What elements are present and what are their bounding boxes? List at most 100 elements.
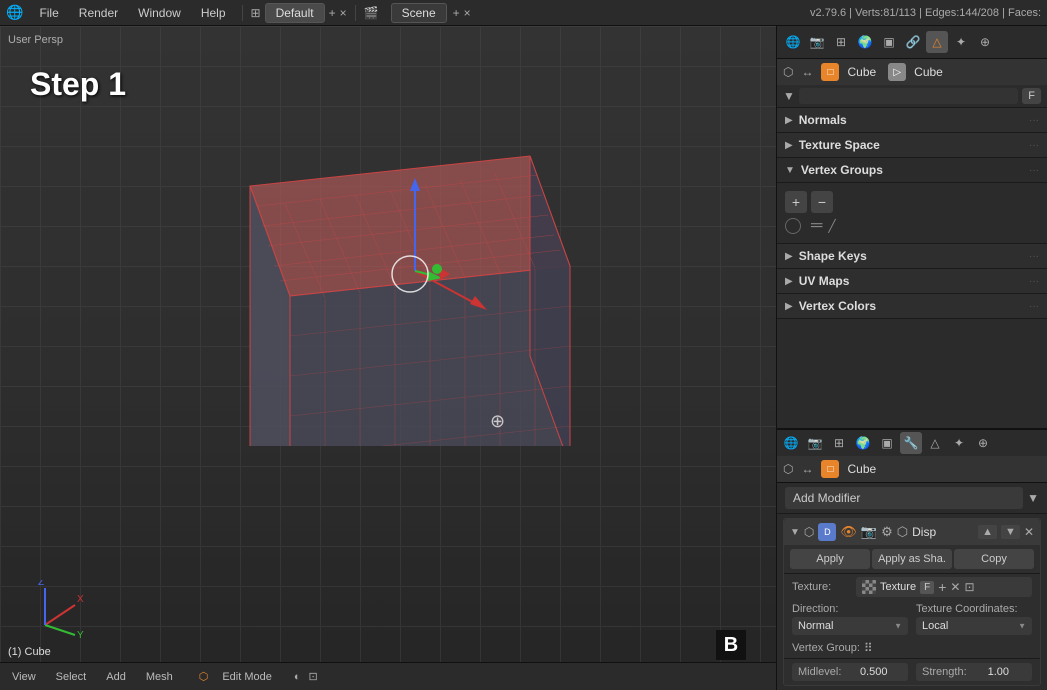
menu-window[interactable]: Window bbox=[130, 4, 189, 22]
add-modifier-row: Add Modifier ▼ bbox=[777, 483, 1047, 514]
properties-header-top: 🌐 📷 ⊞ 🌍 ▣ 🔗 △ ✦ ⊕ bbox=[777, 26, 1047, 59]
viewport-3d[interactable]: ⊕ User Persp Step 1 X Y Z (1) Cube B Vie… bbox=[0, 26, 777, 690]
modifier-card-header: ▼ ⬡ D 👁 📷 ⚙ ⬡ Disp ▲ ▼ ✕ bbox=[784, 519, 1040, 545]
texture-f-btn[interactable]: F bbox=[920, 581, 934, 594]
mesh-menu-btn[interactable]: Mesh bbox=[140, 669, 179, 685]
add-menu-btn[interactable]: Add bbox=[100, 669, 132, 685]
vertex-groups-dots: ··· bbox=[1029, 165, 1039, 176]
mod-icon-object[interactable]: ▣ bbox=[876, 432, 898, 454]
props-nav-icon2: ↔ bbox=[801, 65, 813, 79]
shape-keys-section-header[interactable]: ▶ Shape Keys ··· bbox=[777, 244, 1047, 269]
modifier-camera-icon[interactable]: 📷 bbox=[861, 524, 877, 540]
mod-object-name: Cube bbox=[847, 462, 876, 476]
normals-section-header[interactable]: ▶ Normals ··· bbox=[777, 108, 1047, 133]
direction-dropdown[interactable]: Normal X Y Z Custom Normal RGB to XYZ bbox=[792, 617, 908, 635]
prop-icon-layers[interactable]: ⊞ bbox=[830, 31, 852, 53]
uv-maps-section-header[interactable]: ▶ UV Maps ··· bbox=[777, 269, 1047, 294]
top-menubar: 🌐 File Render Window Help ⊞ Default + × … bbox=[0, 0, 1047, 26]
direction-col: Direction: Normal X Y Z Custom Normal RG… bbox=[792, 603, 908, 635]
texture-space-title: Texture Space bbox=[799, 138, 880, 152]
midlevel-field[interactable]: Midlevel: 0.500 bbox=[792, 663, 908, 681]
vertex-groups-content: + − ═ ╱ bbox=[777, 183, 1047, 244]
texture-picker[interactable]: Texture F + ✕ ⊡ bbox=[856, 577, 1032, 597]
menu-help[interactable]: Help bbox=[193, 4, 234, 22]
prop-icon-particles[interactable]: ✦ bbox=[950, 31, 972, 53]
prop-icon-mesh[interactable]: △ bbox=[926, 31, 948, 53]
texture-add-btn[interactable]: + bbox=[938, 579, 946, 595]
texture-browse-btn[interactable]: ⊡ bbox=[964, 580, 974, 594]
blender-info: v2.79.6 | Verts:81/113 | Edges:144/208 |… bbox=[810, 7, 1041, 19]
tex-coords-label: Texture Coordinates: bbox=[916, 603, 1032, 615]
mod-nav-icon: ⬡ bbox=[783, 462, 793, 476]
tex-coords-dropdown[interactable]: Local Global Object UV bbox=[916, 617, 1032, 635]
workspace-add-btn[interactable]: + bbox=[329, 6, 336, 20]
prop-icon-world[interactable]: 🌍 bbox=[854, 31, 876, 53]
mod-icon-modifier[interactable]: 🔧 bbox=[900, 432, 922, 454]
mod-num-row: Midlevel: 0.500 Strength: 1.00 bbox=[784, 658, 1040, 685]
apply-btn[interactable]: Apply bbox=[790, 549, 870, 569]
mod-icon-particles[interactable]: ✦ bbox=[948, 432, 970, 454]
view-menu-btn[interactable]: View bbox=[6, 669, 42, 685]
filter-f-btn[interactable]: F bbox=[1022, 88, 1041, 104]
modifier-action-row: Apply Apply as Sha. Copy bbox=[784, 545, 1040, 574]
prop-icon-physics[interactable]: ⊕ bbox=[974, 31, 996, 53]
modifier-down-btn[interactable]: ▼ bbox=[1001, 525, 1020, 539]
texture-remove-btn[interactable]: ✕ bbox=[950, 580, 960, 594]
mod-icon-scene[interactable]: 🌐 bbox=[780, 432, 802, 454]
vg-remove-btn[interactable]: − bbox=[811, 191, 833, 213]
modifier-collapse-arrow[interactable]: ▼ bbox=[790, 527, 800, 538]
vg-add-btn[interactable]: + bbox=[785, 191, 807, 213]
strength-value: 1.00 bbox=[971, 666, 1026, 678]
edit-mode-btn[interactable]: Edit Mode bbox=[216, 669, 278, 685]
vertex-colors-dots: ··· bbox=[1029, 301, 1039, 312]
vertex-colors-title: Vertex Colors bbox=[799, 299, 876, 313]
direction-row: Direction: Normal X Y Z Custom Normal RG… bbox=[784, 600, 1040, 638]
uv-maps-arrow: ▶ bbox=[785, 276, 793, 287]
scene-add-btn[interactable]: + bbox=[453, 6, 460, 20]
mod-icon-world[interactable]: 🌍 bbox=[852, 432, 874, 454]
mod-icon-layers[interactable]: ⊞ bbox=[828, 432, 850, 454]
modifier-editmode-icon[interactable]: ⚙ bbox=[881, 524, 893, 540]
vertex-groups-arrow: ▼ bbox=[785, 165, 795, 176]
copy-btn[interactable]: Copy bbox=[954, 549, 1034, 569]
menu-render[interactable]: Render bbox=[71, 4, 126, 22]
cube-badge-tab: ▷ bbox=[888, 63, 906, 81]
mod-icon-render[interactable]: 📷 bbox=[804, 432, 826, 454]
texture-space-section-header[interactable]: ▶ Texture Space ··· bbox=[777, 133, 1047, 158]
add-modifier-btn[interactable]: Add Modifier bbox=[785, 487, 1023, 509]
strength-field[interactable]: Strength: 1.00 bbox=[916, 663, 1032, 681]
workspace-close-btn[interactable]: × bbox=[340, 6, 347, 20]
viewport-shading-btn[interactable]: ◐ bbox=[294, 671, 301, 683]
cube-badge-top: □ bbox=[821, 63, 839, 81]
menu-file[interactable]: File bbox=[31, 4, 66, 22]
viewport-wire-btn[interactable]: ⊡ bbox=[309, 670, 318, 683]
apply-shape-btn[interactable]: Apply as Sha. bbox=[872, 549, 952, 569]
mode-icon: ⬡ bbox=[199, 670, 209, 683]
object-info: (1) Cube bbox=[8, 646, 51, 658]
vertex-colors-section-header[interactable]: ▶ Vertex Colors ··· bbox=[777, 294, 1047, 319]
mod-icon-physics[interactable]: ⊕ bbox=[972, 432, 994, 454]
separator-2 bbox=[355, 5, 356, 21]
mod-icon-data[interactable]: △ bbox=[924, 432, 946, 454]
workspace-tab-default[interactable]: Default bbox=[265, 3, 325, 23]
filter-input[interactable] bbox=[799, 88, 1018, 104]
viewport-label: User Persp bbox=[8, 34, 63, 46]
properties-sections[interactable]: ▶ Normals ··· ▶ Texture Space ··· ▼ Vert… bbox=[777, 108, 1047, 428]
vertex-groups-section-header[interactable]: ▼ Vertex Groups ··· bbox=[777, 158, 1047, 183]
select-menu-btn[interactable]: Select bbox=[50, 669, 93, 685]
modifier-delete-btn[interactable]: ✕ bbox=[1024, 525, 1034, 539]
modifier-settings-icon[interactable]: ⬡ bbox=[897, 524, 908, 540]
scene-tab[interactable]: Scene bbox=[391, 3, 447, 23]
prop-icon-scene[interactable]: 🌐 bbox=[782, 31, 804, 53]
displacement-modifier-card: ▼ ⬡ D 👁 📷 ⚙ ⬡ Disp ▲ ▼ ✕ Apply bbox=[783, 518, 1041, 686]
modifier-header-icons: 🌐 📷 ⊞ 🌍 ▣ 🔧 △ ✦ ⊕ bbox=[777, 430, 1047, 456]
shape-keys-dots: ··· bbox=[1029, 251, 1039, 262]
modifier-visibility-icon[interactable]: ⬡ bbox=[804, 525, 814, 539]
prop-icon-render[interactable]: 📷 bbox=[806, 31, 828, 53]
scene-close-btn[interactable]: × bbox=[464, 6, 471, 20]
modifier-eye-icon[interactable]: 👁 bbox=[840, 524, 857, 540]
modifier-up-btn[interactable]: ▲ bbox=[978, 525, 997, 539]
prop-icon-object[interactable]: ▣ bbox=[878, 31, 900, 53]
prop-icon-constraints[interactable]: 🔗 bbox=[902, 31, 924, 53]
normals-dots: ··· bbox=[1029, 115, 1039, 126]
